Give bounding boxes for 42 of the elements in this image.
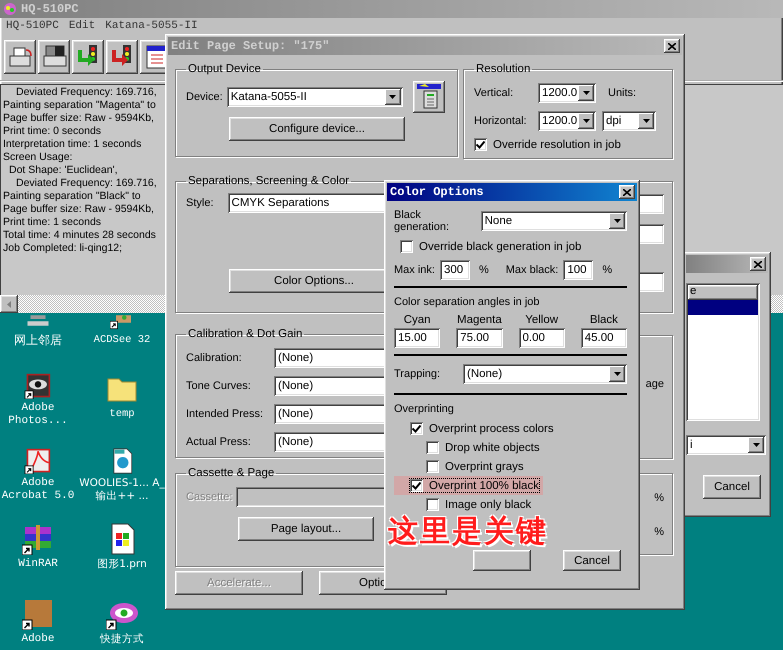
log-line: Job Completed: li-qing12; [3, 242, 122, 255]
group-heading: Output Device [187, 63, 262, 75]
field-label: Cyan [402, 314, 432, 326]
log-line: Painting separation "Magenta" to [3, 99, 156, 112]
unit-label: % [478, 264, 489, 276]
field-label: Yellow [524, 314, 560, 326]
log-line: Deviated Frequency: 169.716, [15, 86, 157, 99]
log-line: Print time: 0 seconds [3, 125, 102, 138]
field-label: Units: [608, 87, 636, 99]
field-label: age [646, 378, 664, 390]
unit-label: % [654, 492, 664, 504]
group-heading: Calibration & Dot Gain [187, 328, 304, 340]
field-label: Actual Press: [186, 436, 252, 448]
field-label: Vertical: [474, 87, 514, 99]
log-line: Screen Usage: [3, 151, 72, 164]
section-heading: Color separation angles in job [394, 296, 541, 308]
log-line: Interpretation time: 1 seconds [3, 138, 142, 151]
field-label: Black [588, 314, 619, 326]
log-line: Dot Shape: 'Euclidean', [8, 164, 118, 177]
field-label: Max black: [506, 264, 558, 276]
field-label: Calibration: [186, 352, 243, 364]
group-heading: Resolution [475, 63, 532, 75]
field-label: Magenta [456, 314, 502, 326]
unit-label: % [654, 526, 664, 538]
group-heading: Cassette & Page [187, 467, 276, 479]
field-label: Horizontal: [474, 115, 528, 127]
log-line: Painting separation "Black" to [3, 190, 141, 203]
log-line: Deviated Frequency: 169.716, [15, 177, 157, 190]
window-title: HQ-510PC [21, 2, 79, 16]
field-label: Cassette: [186, 491, 232, 503]
log-line: Total time: 4 minutes 28 seconds [3, 229, 156, 242]
log-line: Page buffer size: Raw - 9594Kb, [3, 203, 154, 216]
group-heading: Separations, Screening & Color [187, 175, 350, 187]
field-label: Device: [186, 91, 223, 103]
field-label: Intended Press: [186, 408, 264, 420]
log-line: Page buffer size: Raw - 9594Kb, [3, 112, 154, 125]
window-title: Edit Page Setup: "175" [171, 39, 330, 53]
unit-label: % [602, 264, 612, 276]
annotation-text: 这里是关键 [388, 517, 548, 547]
log-line: Print time: 1 seconds [3, 216, 102, 229]
field-label: Tone Curves: [186, 380, 252, 392]
field-label: Style: [186, 197, 214, 209]
